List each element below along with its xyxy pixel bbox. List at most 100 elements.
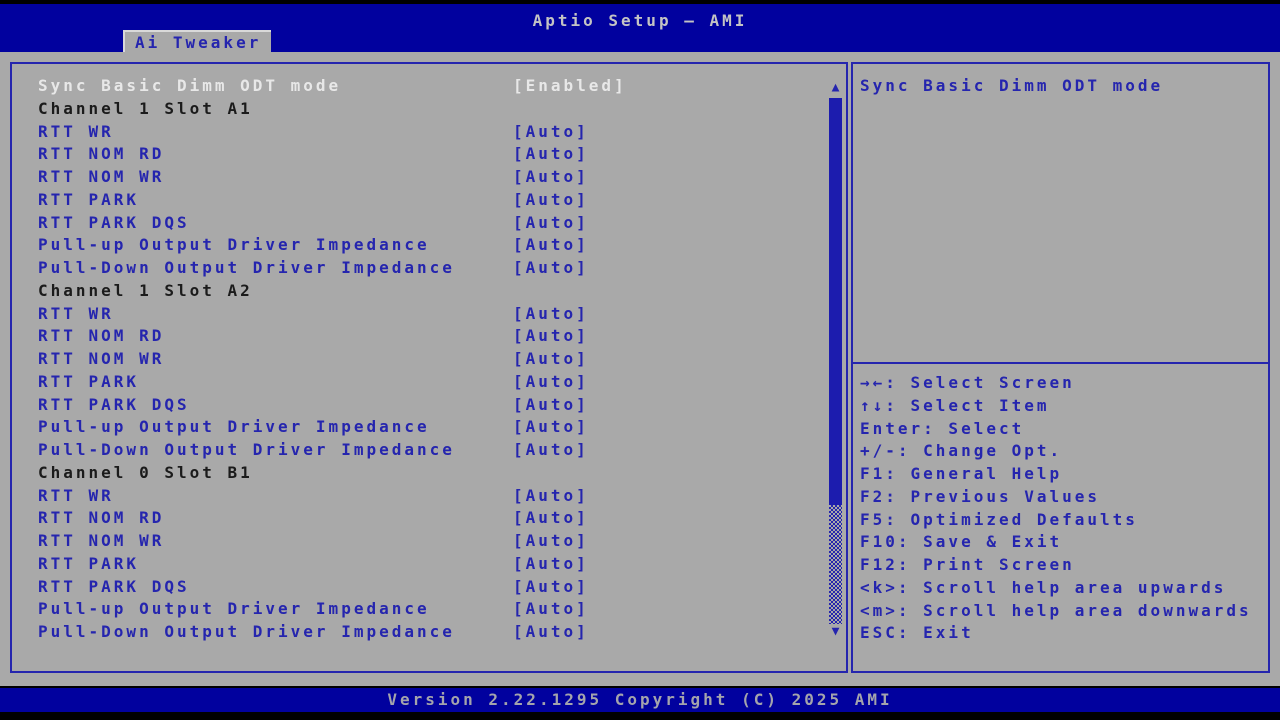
setting-value: [Auto] [513, 325, 589, 348]
setting-label: Pull-up Output Driver Impedance [38, 416, 430, 439]
setting-value: [Auto] [513, 303, 589, 326]
setting-row[interactable]: RTT NOM RD [Auto] [12, 507, 846, 530]
setting-label: RTT NOM RD [38, 507, 164, 530]
setting-value: [Auto] [513, 621, 589, 644]
setting-row[interactable]: RTT PARK DQS [Auto] [12, 576, 846, 599]
setting-row[interactable]: Pull-up Output Driver Impedance [Auto] [12, 598, 846, 621]
setting-row[interactable]: RTT NOM WR [Auto] [12, 348, 846, 371]
setting-value: [Auto] [513, 598, 589, 621]
setting-label: Channel 1 Slot A1 [38, 98, 253, 121]
setting-row[interactable]: RTT NOM WR [Auto] [12, 166, 846, 189]
help-title: Sync Basic Dimm ODT mode [860, 75, 1163, 98]
setting-value: [Auto] [513, 121, 589, 144]
setting-row[interactable]: Sync Basic Dimm ODT mode[Enabled] [12, 75, 846, 98]
setting-label: Pull-Down Output Driver Impedance [38, 439, 455, 462]
setting-value: [Auto] [513, 166, 589, 189]
setting-label: RTT PARK DQS [38, 576, 190, 599]
setting-label: RTT NOM WR [38, 166, 164, 189]
setting-label: RTT PARK [38, 553, 139, 576]
setting-value: [Auto] [513, 143, 589, 166]
help-key-line: ↑↓: Select Item [860, 395, 1275, 418]
setting-value: [Auto] [513, 371, 589, 394]
section-heading-row: Channel 1 Slot A2 [12, 280, 846, 303]
setting-label: RTT NOM WR [38, 530, 164, 553]
help-panel: Sync Basic Dimm ODT mode →←: Select Scre… [851, 62, 1270, 673]
help-key-line: +/-: Change Opt. [860, 440, 1275, 463]
setting-row[interactable]: Pull-Down Output Driver Impedance [Auto] [12, 621, 846, 644]
setting-value: [Auto] [513, 394, 589, 417]
setting-row[interactable]: RTT NOM RD [Auto] [12, 325, 846, 348]
setting-value: [Auto] [513, 507, 589, 530]
setting-label: Channel 0 Slot B1 [38, 462, 253, 485]
help-key-line: F12: Print Screen [860, 554, 1275, 577]
app-title: Aptio Setup – AMI [0, 11, 1280, 30]
setting-label: RTT NOM RD [38, 143, 164, 166]
help-key-line: <k>: Scroll help area upwards [860, 577, 1275, 600]
footer-bar: Version 2.22.1295 Copyright (C) 2025 AMI [0, 688, 1280, 712]
setting-value: [Auto] [513, 485, 589, 508]
help-key-line: Enter: Select [860, 418, 1275, 441]
setting-row[interactable]: Pull-up Output Driver Impedance [Auto] [12, 416, 846, 439]
help-divider [853, 362, 1268, 364]
help-key-line: F2: Previous Values [860, 486, 1275, 509]
section-heading-row: Channel 0 Slot B1 [12, 462, 846, 485]
setting-label: RTT NOM WR [38, 348, 164, 371]
scrollbar[interactable]: ▲ ▼ [827, 64, 844, 671]
setting-value: [Auto] [513, 189, 589, 212]
settings-rows: Sync Basic Dimm ODT mode[Enabled]Channel… [12, 75, 846, 644]
help-key-line: F10: Save & Exit [860, 531, 1275, 554]
tab-ai-tweaker[interactable]: Ai Tweaker [123, 30, 271, 52]
setting-row[interactable]: RTT NOM RD [Auto] [12, 143, 846, 166]
setting-value: [Auto] [513, 212, 589, 235]
setting-label: Pull-up Output Driver Impedance [38, 234, 430, 257]
help-key-line: ESC: Exit [860, 622, 1275, 645]
bios-setup-screen: Aptio Setup – AMI Ai Tweaker Sync Basic … [0, 0, 1280, 720]
setting-label: Sync Basic Dimm ODT mode [38, 75, 341, 98]
setting-label: Pull-Down Output Driver Impedance [38, 257, 455, 280]
setting-row[interactable]: RTT PARK[Auto] [12, 189, 846, 212]
setting-row[interactable]: RTT WR [Auto] [12, 121, 846, 144]
setting-value: [Auto] [513, 530, 589, 553]
setting-value: [Auto] [513, 257, 589, 280]
setting-label: RTT WR [38, 303, 114, 326]
setting-label: RTT PARK DQS [38, 394, 190, 417]
scrollbar-track[interactable] [829, 505, 842, 624]
setting-row[interactable]: RTT NOM WR [Auto] [12, 530, 846, 553]
setting-label: Pull-up Output Driver Impedance [38, 598, 430, 621]
section-heading-row: Channel 1 Slot A1 [12, 98, 846, 121]
setting-label: Pull-Down Output Driver Impedance [38, 621, 455, 644]
scroll-down-arrow-icon[interactable]: ▼ [827, 624, 844, 640]
setting-label: RTT WR [38, 485, 114, 508]
setting-row[interactable]: RTT WR [Auto] [12, 303, 846, 326]
setting-value: [Auto] [513, 234, 589, 257]
setting-row[interactable]: RTT WR [Auto] [12, 485, 846, 508]
setting-row[interactable]: Pull-up Output Driver Impedance [Auto] [12, 234, 846, 257]
help-key-line: <m>: Scroll help area downwards [860, 600, 1275, 623]
setting-value: [Auto] [513, 553, 589, 576]
help-key-line: →←: Select Screen [860, 372, 1275, 395]
scrollbar-thumb[interactable] [829, 98, 842, 505]
help-key-line: F1: General Help [860, 463, 1275, 486]
setting-label: RTT PARK [38, 371, 139, 394]
setting-row[interactable]: RTT PARK [Auto] [12, 553, 846, 576]
setting-label: RTT NOM RD [38, 325, 164, 348]
setting-label: Channel 1 Slot A2 [38, 280, 253, 303]
tab-label: Ai Tweaker [135, 33, 261, 52]
setting-row[interactable]: RTT PARK [Auto] [12, 371, 846, 394]
help-key-line: F5: Optimized Defaults [860, 509, 1275, 532]
settings-panel: Sync Basic Dimm ODT mode[Enabled]Channel… [10, 62, 848, 673]
setting-row[interactable]: RTT PARK DQS [Auto] [12, 394, 846, 417]
setting-value: [Auto] [513, 576, 589, 599]
setting-value: [Auto] [513, 348, 589, 371]
setting-value: [Auto] [513, 439, 589, 462]
setting-row[interactable]: Pull-Down Output Driver Impedance [Auto] [12, 439, 846, 462]
bottom-black-edge [0, 712, 1280, 720]
help-key-list: →←: Select Screen↑↓: Select ItemEnter: S… [860, 372, 1275, 645]
setting-label: RTT PARK DQS [38, 212, 190, 235]
setting-row[interactable]: Pull-Down Output Driver Impedance [Auto] [12, 257, 846, 280]
setting-row[interactable]: RTT PARK DQS [Auto] [12, 212, 846, 235]
version-text: Version 2.22.1295 Copyright (C) 2025 AMI [387, 690, 892, 709]
scroll-up-arrow-icon[interactable]: ▲ [827, 80, 844, 96]
setting-value: [Auto] [513, 416, 589, 439]
setting-label: RTT WR [38, 121, 114, 144]
